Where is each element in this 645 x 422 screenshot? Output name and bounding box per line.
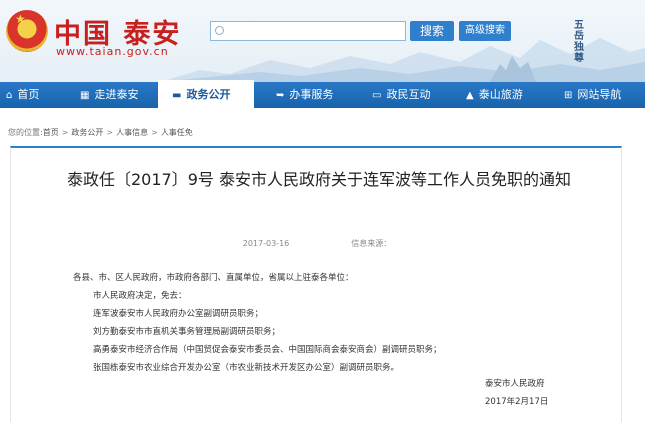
seal-stamp: 五岳独尊 — [574, 20, 584, 64]
article-line: 刘方勤泰安市市直机关事务管理局副调研员职务； — [93, 327, 281, 337]
advanced-search-button[interactable]: 高级搜索 — [459, 21, 511, 41]
article-date: 2017-03-16 — [242, 239, 290, 248]
nav-item-interaction[interactable]: ▭ 政民互动 — [372, 82, 430, 108]
main-nav: ⌂ 首页 ▦ 走进泰安 ▬ 政务公开 ➥ 办事服务 ▭ 政民互动 ▲ 泰山旅游 ⊞ 网站导航 — [0, 80, 645, 108]
breadcrumb-item[interactable]: 政务公开 — [71, 128, 103, 137]
breadcrumb-separator-icon: > — [61, 128, 69, 137]
nav-item-home[interactable]: ⌂ 首页 — [6, 82, 39, 108]
sitemap-icon: ⊞ — [564, 90, 573, 101]
article-salutation: 各县、市、区人民政府，市政府各部门、直属单位，省属以上驻泰各单位： — [73, 273, 354, 283]
home-icon: ⌂ — [6, 90, 13, 101]
article-meta: 2017-03-16 信息来源： — [11, 238, 623, 249]
article-body: 各县、市、区人民政府，市政府各部门、直属单位，省属以上驻泰各单位： 市人民政府决… — [73, 269, 593, 377]
search-input[interactable] — [227, 23, 403, 39]
arrow-icon: ➥ — [276, 90, 285, 101]
national-emblem-icon[interactable] — [6, 10, 48, 52]
breadcrumb-label: 您的位置: — [8, 128, 43, 137]
nav-item-about[interactable]: ▦ 走进泰安 — [80, 82, 138, 108]
site-header: ★ 中国 泰安 www.taian.gov.cn 搜索 高级搜索 五岳独尊 — [0, 0, 645, 82]
article-line: 连军波泰安市人民政府办公室副调研员职务； — [93, 309, 264, 319]
search-button[interactable]: 搜索 — [410, 21, 454, 41]
signature-date: 2017年2月17日 — [485, 397, 549, 407]
city-icon: ▦ — [80, 90, 90, 101]
chat-icon: ▭ — [372, 90, 382, 101]
article-panel: 泰政任〔2017〕9号 泰安市人民政府关于连军波等工作人员免职的通知 2017-… — [10, 146, 622, 422]
nav-item-sitemap[interactable]: ⊞ 网站导航 — [564, 82, 621, 108]
search-icon — [215, 26, 224, 35]
nav-item-services[interactable]: ➥ 办事服务 — [276, 82, 333, 108]
breadcrumb-separator-icon: > — [106, 128, 114, 137]
article-line: 市人民政府决定，免去： — [93, 291, 187, 301]
search-box — [210, 21, 406, 41]
article-line: 高勇泰安市经济合作局（中国贸促会泰安市委员会、中国国际商会泰安商会）副调研员职务… — [93, 345, 442, 355]
breadcrumb-separator-icon: > — [151, 128, 158, 137]
signature-org: 泰安市人民政府 — [485, 379, 545, 389]
breadcrumb-item[interactable]: 人事任免 — [161, 128, 193, 137]
breadcrumb-item[interactable]: 首页 — [43, 128, 59, 137]
article-title: 泰政任〔2017〕9号 泰安市人民政府关于连军波等工作人员免职的通知 — [67, 170, 571, 189]
mountain-icon: ▲ — [466, 90, 474, 101]
breadcrumb: 您的位置:首页 > 政务公开 > 人事信息 > 人事任免 — [8, 127, 193, 138]
nav-item-tourism[interactable]: ▲ 泰山旅游 — [466, 82, 523, 108]
nav-item-gov-affairs[interactable]: ▬ 政务公开 — [158, 80, 254, 108]
briefcase-icon: ▬ — [172, 90, 182, 101]
site-url: www.taian.gov.cn — [56, 45, 169, 58]
article-source-label: 信息来源： — [351, 239, 392, 248]
article-signature: 泰安市人民政府 2017年2月17日 — [485, 375, 548, 411]
star-icon: ★ — [15, 12, 26, 26]
breadcrumb-item[interactable]: 人事信息 — [116, 128, 148, 137]
